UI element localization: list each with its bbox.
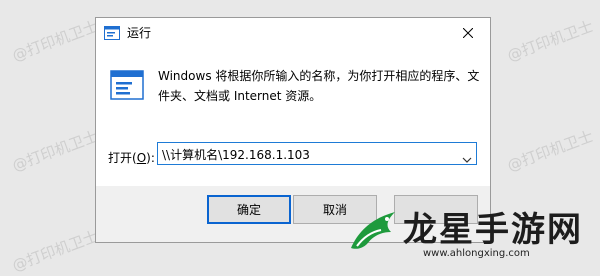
watermark: @打印机卫士 <box>9 127 101 175</box>
dialog-title: 运行 <box>127 26 152 40</box>
dialog-content: Windows 将根据你所输入的名称，为你打开相应的程序、文件夹、文档或 Int… <box>96 46 490 186</box>
open-input[interactable]: \\计算机名\192.168.1.103 <box>162 146 310 163</box>
watermark: @打印机卫士 <box>504 17 596 65</box>
logo-title: 龙星手游网 <box>403 210 583 250</box>
site-logo-overlay: 龙星手游网 www.ahlongxing.com <box>345 200 600 265</box>
run-icon <box>110 70 144 100</box>
ok-button[interactable]: 确定 <box>207 195 291 224</box>
watermark: @打印机卫士 <box>9 227 101 275</box>
watermark: @打印机卫士 <box>504 127 596 175</box>
watermark: @打印机卫士 <box>9 17 101 65</box>
close-icon <box>462 23 474 42</box>
title-bar[interactable]: 运行 <box>96 18 490 46</box>
open-combobox[interactable]: \\计算机名\192.168.1.103 <box>157 142 477 165</box>
open-label: 打开(O): <box>108 151 155 165</box>
run-icon <box>104 25 120 40</box>
logo-url: www.ahlongxing.com <box>423 248 530 259</box>
close-button[interactable] <box>446 18 490 46</box>
dialog-description: Windows 将根据你所输入的名称，为你打开相应的程序、文件夹、文档或 Int… <box>158 69 480 103</box>
dragon-logo-icon <box>345 206 405 256</box>
chevron-down-icon[interactable] <box>462 149 472 163</box>
